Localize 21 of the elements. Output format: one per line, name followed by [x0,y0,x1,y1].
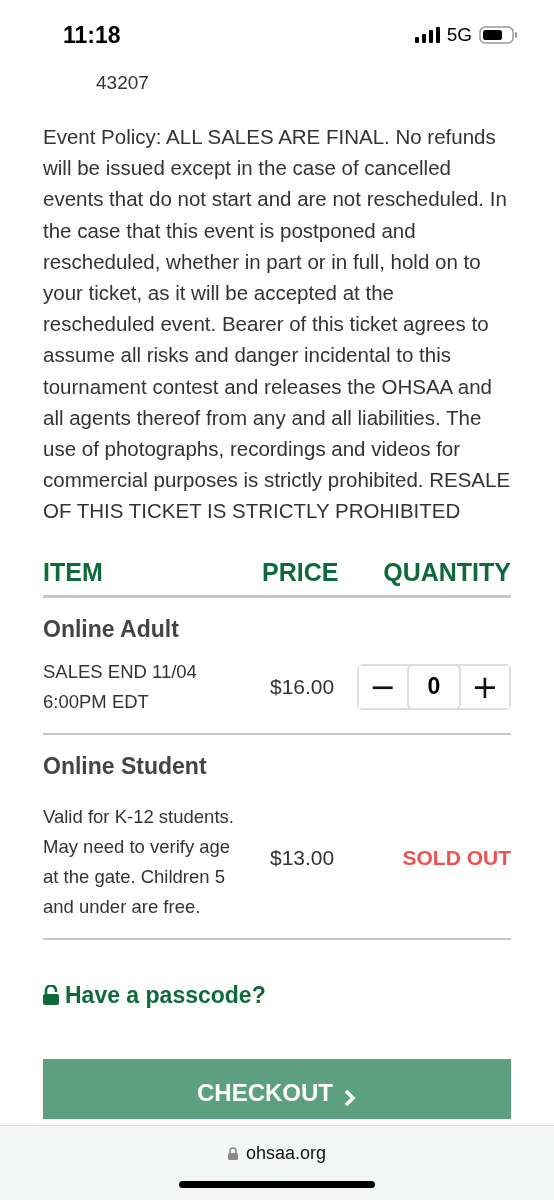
signal-icon [414,27,440,43]
passcode-link[interactable]: Have a passcode? [43,981,511,1009]
event-policy-text: Event Policy: ALL SALES ARE FINAL. No refunds will be issued except in the case of cancelled events that do not start and are not rescheduled. In the case that this event is postponed and rescheduled, whether in part or in full, hold on to your ticket, as it will be accepted at the rescheduled event. Bearer of this ticket agrees to assume all risks and danger incidental to this tournament contest and releases the OHSAA and all agents thereof from any and all liabilities. The use of photographs, recordings and videos for commercial purposes is strictly prohibited. RESALE OF THIS TICKET IS STRICTLY PROHIBITED [43,124,511,525]
ticket-note: Valid for K-12 students. May need to verify age at the gate. Children 5 and under are free. [43,804,235,919]
ticket-price: $16.00 [269,674,336,699]
chevron-icon [343,1088,357,1107]
unlock-icon [43,985,59,1006]
ticket-note: SALES END 11/04 6:00PM EDT [43,659,198,714]
column-header: ITEM [43,557,104,587]
status-time: 11:18 [63,21,121,49]
battery-icon [479,26,518,44]
lock-icon [227,1147,238,1160]
address-text: 43207 [95,71,150,95]
ticket-price: $13.00 [269,845,336,870]
sold-out-label: SOLD OUT [402,845,511,870]
column-header: QUANTITY [382,557,511,587]
ticket-name: Online Adult [43,615,180,643]
url-field[interactable]: ohsaa.org [227,1143,327,1164]
ticket-name: Online Student [43,752,208,780]
network-label: 5G [446,24,472,46]
column-header: PRICE [261,557,340,587]
